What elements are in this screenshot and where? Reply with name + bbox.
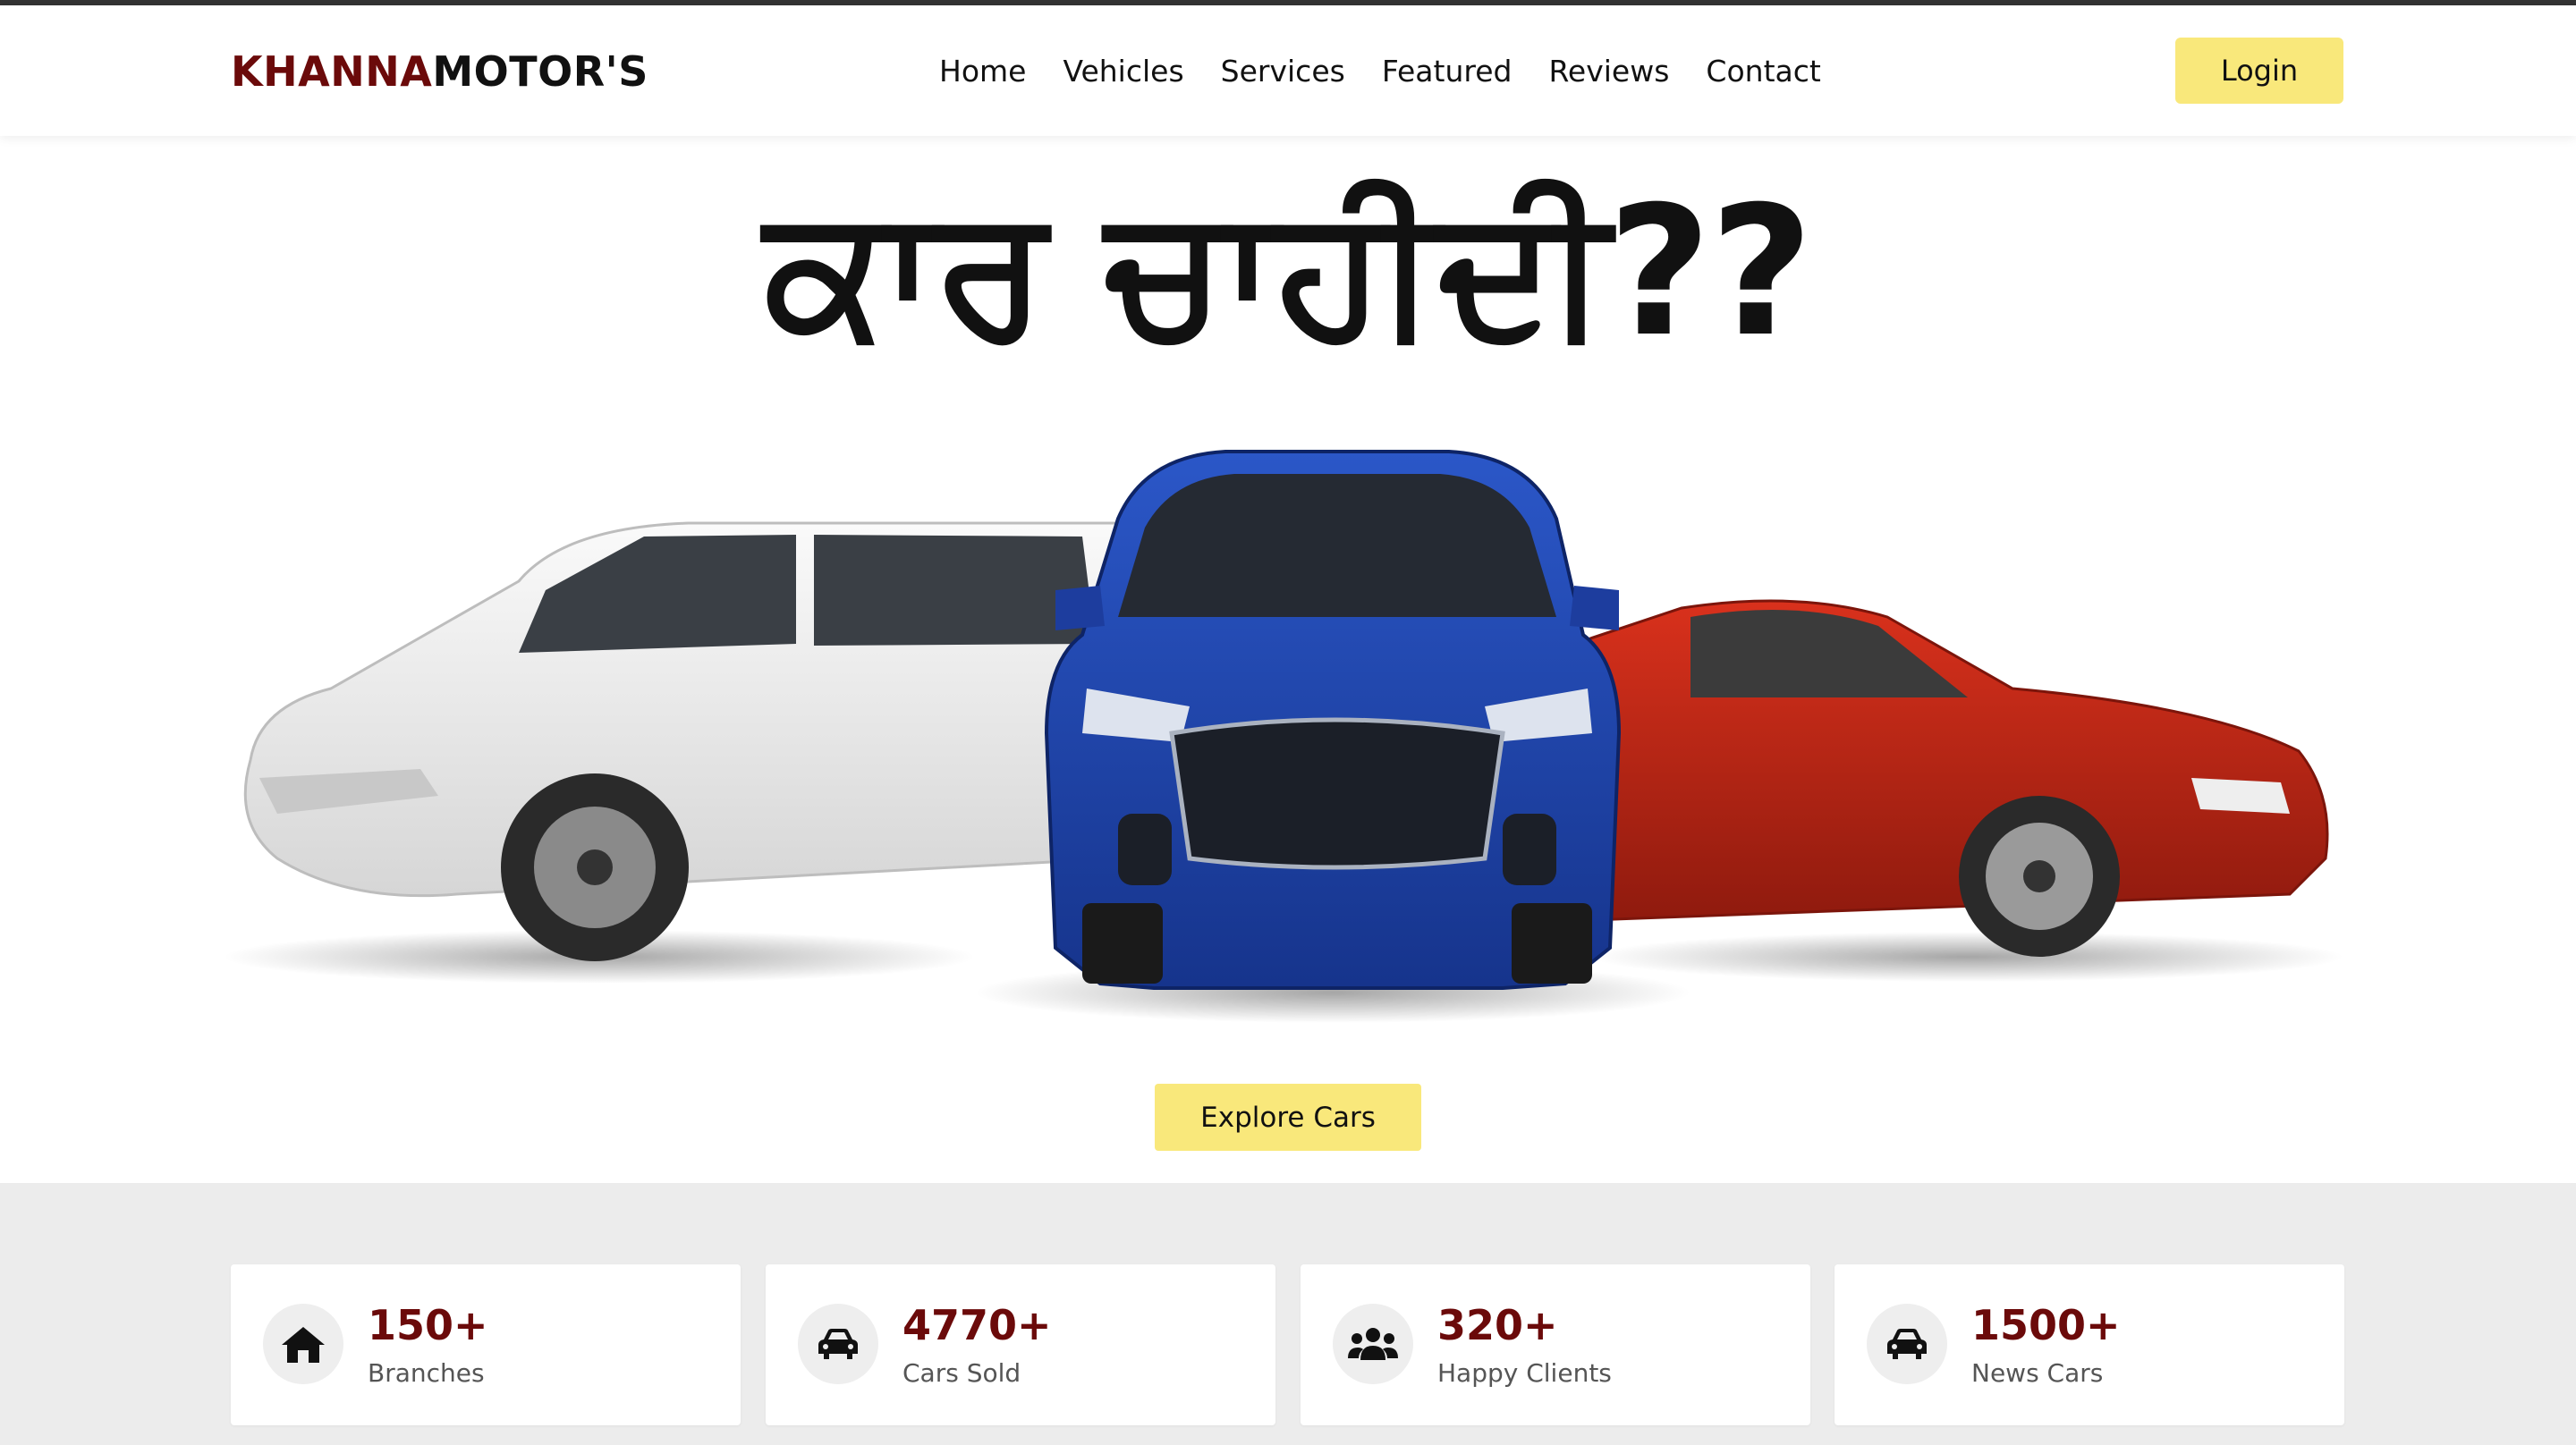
red-sedan xyxy=(1519,599,2343,982)
site-header: KHANNAMOTOR'S Home Vehicles Services Fea… xyxy=(0,5,2576,136)
home-icon xyxy=(263,1304,343,1384)
stat-card-cars-sold: 4770+ Cars Sold xyxy=(766,1264,1275,1425)
users-icon xyxy=(1333,1304,1413,1384)
nav-contact[interactable]: Contact xyxy=(1706,45,1820,98)
nav-vehicles[interactable]: Vehicles xyxy=(1063,45,1183,98)
car-icon xyxy=(1867,1304,1947,1384)
site-logo[interactable]: KHANNAMOTOR'S xyxy=(231,45,648,98)
stat-label: Cars Sold xyxy=(902,1358,1021,1388)
main-nav: Home Vehicles Services Featured Reviews … xyxy=(939,45,1821,98)
car-icon xyxy=(798,1304,878,1384)
stat-label: Branches xyxy=(368,1358,485,1388)
stat-label: Happy Clients xyxy=(1437,1358,1612,1388)
hero-cars-image xyxy=(224,450,2343,1023)
nav-reviews[interactable]: Reviews xyxy=(1548,45,1669,98)
stat-value: 320+ xyxy=(1437,1301,1558,1349)
logo-khanna: KHANNA xyxy=(231,47,433,96)
white-suv xyxy=(224,521,1138,984)
stat-value: 4770+ xyxy=(902,1301,1052,1349)
stat-card-new-cars: 1500+ News Cars xyxy=(1835,1264,2344,1425)
nav-services[interactable]: Services xyxy=(1221,45,1345,98)
login-button[interactable]: Login xyxy=(2175,38,2343,104)
explore-cars-button[interactable]: Explore Cars xyxy=(1155,1084,1421,1151)
stat-value: 150+ xyxy=(368,1301,488,1349)
nav-home[interactable]: Home xyxy=(939,45,1026,98)
logo-motors: MOTOR'S xyxy=(432,47,648,96)
hero-title: ਕਾਰ ਚਾਹੀਦੀ?? xyxy=(764,168,1814,376)
stat-label: News Cars xyxy=(1971,1358,2104,1388)
stat-value: 1500+ xyxy=(1971,1301,2121,1349)
stat-card-happy-clients: 320+ Happy Clients xyxy=(1301,1264,1810,1425)
stat-card-branches: 150+ Branches xyxy=(231,1264,741,1425)
nav-featured[interactable]: Featured xyxy=(1382,45,1513,98)
